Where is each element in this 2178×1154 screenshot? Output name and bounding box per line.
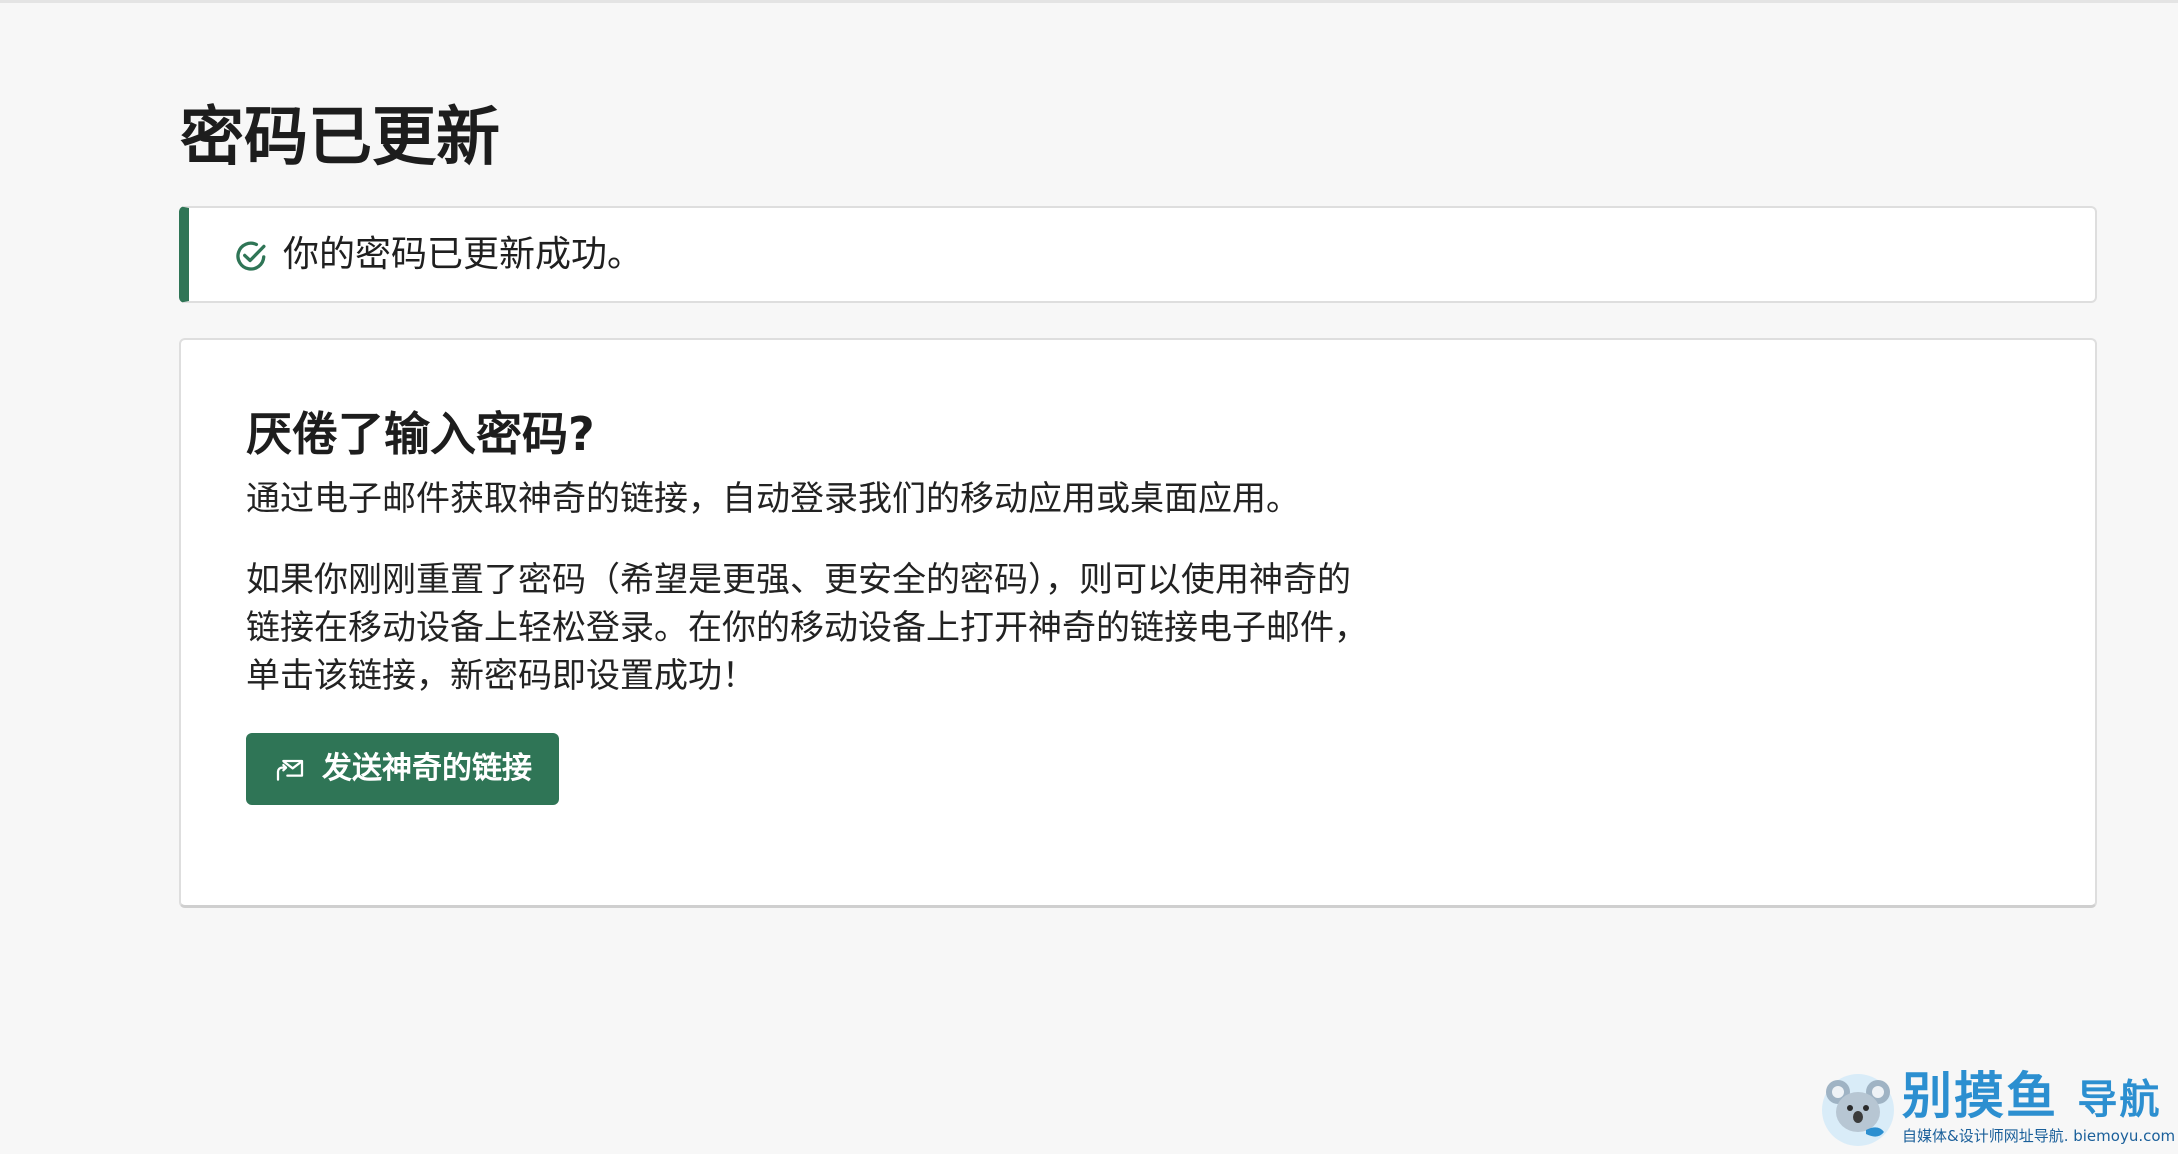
card-heading: 厌倦了输入密码? [246, 407, 595, 461]
success-alert: 你的密码已更新成功。 [179, 206, 2097, 303]
top-border [0, 0, 2178, 3]
koala-logo-icon [1818, 1068, 1898, 1148]
send-magic-link-button[interactable]: 发送神奇的链接 [246, 733, 559, 805]
magic-link-card: 厌倦了输入密码? 通过电子邮件获取神奇的链接，自动登录我们的移动应用或桌面应用。… [179, 338, 2097, 908]
mail-send-icon [274, 753, 306, 785]
watermark-tagline: 自媒体&设计师网址导航. biemoyu.com [1902, 1127, 2176, 1145]
card-subtitle: 通过电子邮件获取神奇的链接，自动登录我们的移动应用或桌面应用。 [246, 479, 1300, 519]
page-title: 密码已更新 [180, 101, 500, 175]
alert-message: 你的密码已更新成功。 [283, 234, 644, 275]
check-circle-icon [233, 238, 269, 274]
watermark: 别摸鱼 导航 自媒体&设计师网址导航. biemoyu.com [1818, 1067, 2175, 1148]
send-magic-link-label: 发送神奇的链接 [322, 751, 532, 786]
watermark-name: 别摸鱼 导航 [1902, 1067, 2162, 1125]
card-body-text: 如果你刚刚重置了密码（希望是更强、更安全的密码），则可以使用神奇的链接在移动设备… [246, 560, 1368, 696]
